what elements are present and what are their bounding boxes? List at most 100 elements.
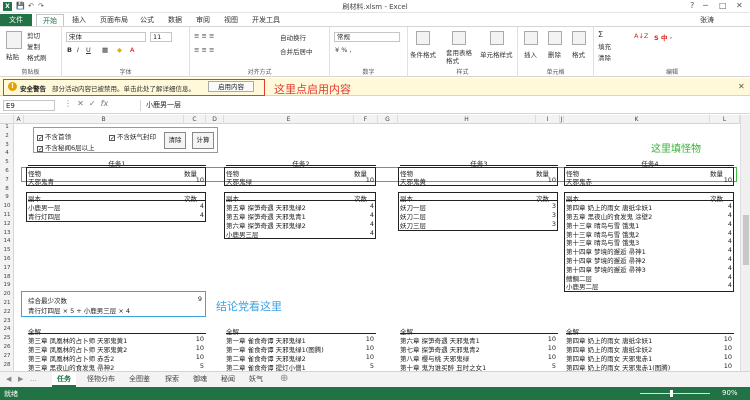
row-header[interactable]: 17 [0,265,14,271]
copy-button[interactable]: 复制 [27,41,40,51]
full-solve-count[interactable]: 10 [710,353,732,361]
col-header-e[interactable]: E [224,115,354,124]
more-sheets-icon[interactable]: … [30,375,37,383]
checkbox-no-boss[interactable]: ✓ 不含首领 [37,131,71,142]
col-header-h[interactable]: H [398,115,536,124]
tab-review[interactable]: 审阅 [190,14,216,26]
row-header[interactable]: 11 [0,212,14,218]
row-header[interactable]: 10 [0,203,14,209]
row-header[interactable]: 28 [0,362,14,368]
minimize-button[interactable]: ─ [703,1,708,10]
italic-button[interactable]: I [77,46,79,54]
zoom-level[interactable]: 90% [722,389,738,397]
tab-home[interactable]: 开始 [36,14,64,26]
format-cells-icon[interactable] [572,31,586,45]
cut-button[interactable]: 剪切 [27,30,40,40]
row-header[interactable]: 1 [0,124,14,130]
table-format-icon[interactable] [452,31,466,45]
bold-button[interactable]: B [67,46,72,54]
close-button[interactable]: ✕ [736,1,743,10]
name-box[interactable]: E9 [3,100,55,111]
row-header[interactable]: 25 [0,335,14,341]
clear-button[interactable]: 清除 [598,52,611,62]
align-top-icon[interactable]: ≡ ≡ ≡ [194,32,214,40]
fx-icon[interactable]: fx [101,99,109,108]
tab-formulas[interactable]: 公式 [134,14,160,26]
fill-button[interactable]: 填充 [598,41,611,51]
row-header[interactable]: 23 [0,318,14,324]
paste-icon[interactable] [6,31,22,49]
delete-button[interactable]: 删除 [548,49,561,59]
row-header[interactable]: 20 [0,291,14,297]
prev-sheet-icon[interactable]: ◀ [6,375,11,383]
conditional-format-button[interactable]: 条件格式 [410,49,436,59]
row-header[interactable]: 22 [0,309,14,315]
row-header[interactable]: 13 [0,230,14,236]
formula-input[interactable]: 小鹿男一层 [140,100,745,111]
select-all-corner[interactable] [0,115,14,124]
format-button[interactable]: 格式 [572,49,585,59]
tab-data[interactable]: 数据 [162,14,188,26]
calculate-button[interactable]: 计算 [192,132,214,149]
table-format-button[interactable]: 套用表格格式 [446,49,476,65]
full-solve-count[interactable]: 10 [536,335,556,343]
full-solve-count[interactable]: 10 [354,335,374,343]
col-header-d[interactable]: D [206,115,224,124]
cell-style-icon[interactable] [490,31,504,45]
full-solve-count[interactable]: 10 [710,344,732,352]
row-header[interactable]: 4 [0,150,14,156]
row-header[interactable]: 7 [0,177,14,183]
checkbox-no-seal[interactable]: ✓ 不含妖气封印 [109,131,156,142]
sheet-tab-monster-dist[interactable]: 怪物分布 [82,372,120,387]
sheet-tab-explore[interactable]: 探索 [160,372,184,387]
row-header[interactable]: 27 [0,353,14,359]
row-header[interactable]: 8 [0,186,14,192]
row-header[interactable]: 2 [0,133,14,139]
row-header[interactable]: 24 [0,326,14,332]
worksheet-grid[interactable]: A B C D E F G H I J K L 1 2 3 4 5 6 7 8 9 10 11 12 1… [0,115,740,371]
row-header[interactable]: 14 [0,238,14,244]
full-solve-count[interactable]: 10 [184,335,204,343]
scroll-thumb[interactable] [743,215,749,265]
underline-button[interactable]: U [86,46,91,54]
full-solve-count[interactable]: 5 [184,362,204,370]
sheet-tab-demon[interactable]: 妖气 [244,372,268,387]
clear-form-button[interactable]: 清除 [164,132,186,149]
col-header-i[interactable]: I [536,115,560,124]
zoom-slider-knob[interactable] [670,390,673,397]
vertical-scrollbar[interactable] [740,115,750,371]
tab-insert[interactable]: 插入 [66,14,92,26]
tab-view[interactable]: 视图 [218,14,244,26]
full-solve-count[interactable]: 10 [354,344,374,352]
font-size-select[interactable]: 11 [150,32,172,42]
row-header[interactable]: 9 [0,194,14,200]
col-header-a[interactable]: A [14,115,24,124]
ime-toolbar-icon[interactable]: S 中 · [654,32,672,42]
delete-cells-icon[interactable] [548,31,562,45]
conditional-format-icon[interactable] [416,31,430,45]
zoom-slider[interactable] [640,393,710,394]
row-header[interactable]: 16 [0,256,14,262]
row-header[interactable]: 18 [0,274,14,280]
col-header-l[interactable]: L [710,115,740,124]
full-solve-count[interactable]: 10 [710,362,732,370]
row-header[interactable]: 19 [0,282,14,288]
sort-filter-icon[interactable]: A↓Z [634,32,648,40]
paste-button[interactable]: 粘贴 [6,51,19,61]
row-header[interactable]: 12 [0,221,14,227]
full-solve-count[interactable]: 10 [536,344,556,352]
align-left-icon[interactable]: ≡ ≡ ≡ [194,46,214,54]
row-header[interactable]: 5 [0,159,14,165]
col-header-f[interactable]: F [354,115,378,124]
sheet-tab-bestiary[interactable]: 全图鉴 [124,372,155,387]
full-solve-count[interactable]: 10 [536,353,556,361]
full-solve-count[interactable]: 10 [354,353,374,361]
insert-cells-icon[interactable] [524,31,538,45]
maximize-button[interactable]: □ [719,1,727,10]
sheet-tab-soul[interactable]: 御魂 [188,372,212,387]
full-solve-count[interactable]: 10 [184,353,204,361]
help-icon[interactable]: ? [690,1,694,10]
col-header-k[interactable]: K [564,115,710,124]
tab-page-layout[interactable]: 页面布局 [94,14,134,26]
percent-icon[interactable]: ¥ % , [335,46,352,54]
